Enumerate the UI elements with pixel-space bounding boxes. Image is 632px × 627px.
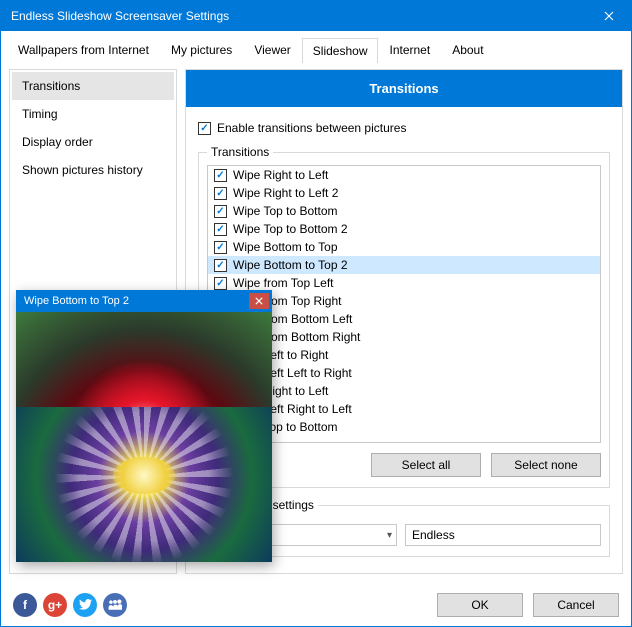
item-label: Wipe Bottom to Top 2 — [233, 258, 348, 272]
titlebar: Endless Slideshow Screensaver Settings — [1, 1, 631, 31]
item-checkbox[interactable] — [214, 223, 227, 236]
item-checkbox[interactable] — [214, 241, 227, 254]
item-label: Wipe Right to Left — [233, 168, 328, 182]
list-item[interactable]: Wipe Top to Bottom — [208, 202, 600, 220]
item-label: Wipe Top to Bottom — [233, 204, 338, 218]
facebook-icon[interactable]: f — [13, 593, 37, 617]
twitter-icon[interactable] — [73, 593, 97, 617]
item-checkbox[interactable] — [214, 259, 227, 272]
item-label: Wipe Right to Left 2 — [233, 186, 338, 200]
tab-my-pictures[interactable]: My pictures — [160, 37, 243, 62]
tab-viewer[interactable]: Viewer — [243, 37, 301, 62]
window-title: Endless Slideshow Screensaver Settings — [11, 9, 229, 23]
enable-transitions-row: Enable transitions between pictures — [198, 121, 610, 135]
preview-close-icon[interactable] — [249, 293, 269, 309]
item-label: Wipe Bottom to Top — [233, 240, 338, 254]
cancel-button[interactable]: Cancel — [533, 593, 619, 617]
footer-buttons: OK Cancel — [437, 593, 619, 617]
select-all-button[interactable]: Select all — [371, 453, 481, 477]
preview-titlebar[interactable]: Wipe Bottom to Top 2 — [16, 290, 272, 312]
sidebar-item-timing[interactable]: Timing — [12, 100, 174, 128]
tab-strip: Wallpapers from Internet My pictures Vie… — [1, 31, 631, 63]
preview-title-text: Wipe Bottom to Top 2 — [24, 295, 129, 307]
tab-about[interactable]: About — [441, 37, 494, 62]
tab-slideshow[interactable]: Slideshow — [302, 38, 379, 63]
item-checkbox[interactable] — [214, 169, 227, 182]
list-item[interactable]: Wipe Bottom to Top — [208, 238, 600, 256]
preset-field[interactable]: Endless — [405, 524, 601, 546]
tab-internet[interactable]: Internet — [378, 37, 441, 62]
social-icons: f g+ — [13, 593, 127, 617]
main-header: Transitions — [186, 70, 622, 107]
list-item[interactable]: Wipe Right to Left 2 — [208, 184, 600, 202]
myspace-icon[interactable] — [103, 593, 127, 617]
item-checkbox[interactable] — [214, 205, 227, 218]
item-checkbox[interactable] — [214, 277, 227, 290]
enable-transitions-label: Enable transitions between pictures — [217, 121, 406, 135]
list-item[interactable]: Wipe Top to Bottom 2 — [208, 220, 600, 238]
item-label: Wipe from Top Left — [233, 276, 334, 290]
footer: f g+ OK Cancel — [1, 582, 631, 626]
item-label: Wipe Top to Bottom 2 — [233, 222, 348, 236]
sidebar-item-display-order[interactable]: Display order — [12, 128, 174, 156]
sidebar-item-transitions[interactable]: Transitions — [12, 72, 174, 100]
preset-value: Endless — [412, 528, 455, 542]
chevron-down-icon: ▾ — [387, 530, 392, 541]
preview-image — [16, 312, 272, 562]
preview-window: Wipe Bottom to Top 2 — [16, 290, 272, 562]
select-none-button[interactable]: Select none — [491, 453, 601, 477]
list-item[interactable]: Wipe Bottom to Top 2 — [208, 256, 600, 274]
transitions-legend: Transitions — [207, 145, 273, 159]
enable-transitions-checkbox[interactable] — [198, 122, 211, 135]
close-icon[interactable] — [586, 1, 631, 31]
item-checkbox[interactable] — [214, 187, 227, 200]
googleplus-icon[interactable]: g+ — [43, 593, 67, 617]
sidebar-item-history[interactable]: Shown pictures history — [12, 156, 174, 184]
tab-wallpapers[interactable]: Wallpapers from Internet — [7, 37, 160, 62]
ok-button[interactable]: OK — [437, 593, 523, 617]
list-item[interactable]: Wipe Right to Left — [208, 166, 600, 184]
